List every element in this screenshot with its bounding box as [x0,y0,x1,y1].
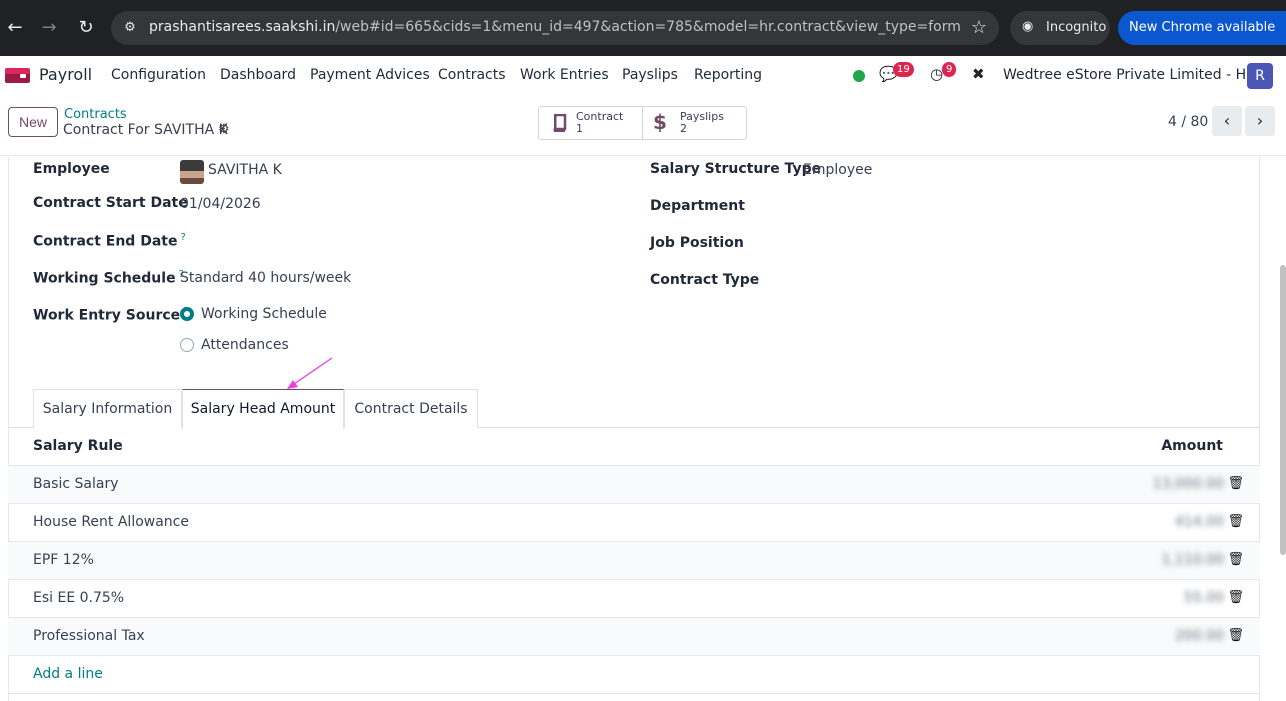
menu-payslips[interactable]: Payslips [622,67,678,83]
column-header-salary-rule[interactable]: Salary Rule [33,438,123,454]
new-button[interactable]: New [8,107,58,137]
presence-status-icon[interactable] [853,70,865,82]
dollar-icon: $ [653,110,667,134]
contract-smart-label: Contract [576,110,624,123]
reload-icon[interactable]: ↻ [74,16,98,40]
site-settings-icon[interactable]: ⚙ [121,19,139,37]
user-avatar[interactable]: R [1247,63,1273,89]
forward-arrow-icon[interactable]: → [37,16,61,40]
department-field[interactable] [803,198,1103,216]
contract-type-field[interactable] [803,272,1103,290]
incognito-icon: ◉ [1022,19,1034,34]
pager-value[interactable]: 4 / 80 [1168,114,1208,130]
activities-badge: 9 [942,62,957,77]
amount-cell[interactable]: 1,110.00 [1162,552,1224,568]
radio-working-schedule[interactable] [180,307,194,321]
payslips-smart-value: 2 [680,122,687,135]
contract-end-date-field[interactable] [180,232,380,250]
pager-next-icon[interactable]: › [1245,106,1275,136]
radio-working-schedule-label[interactable]: Working Schedule [201,306,327,322]
tab-salary-information[interactable]: Salary Information [33,389,182,428]
tab-contract-details[interactable]: Contract Details [344,389,478,428]
delete-trash-icon[interactable]: 🗑 [1227,476,1244,491]
salary-structure-type-field[interactable]: Employee [803,162,872,178]
browser-toolbar: ← → ↻ ⚙ prashantisarees.saakshi.in/web#i… [0,0,1286,56]
url-text[interactable]: prashantisarees.saakshi.in/web#id=665&ci… [149,19,961,35]
pager-previous-icon[interactable]: ‹ [1212,106,1242,136]
salary-structure-type-label: Salary Structure Type [650,161,822,177]
working-schedule-label: Working Schedule? [33,269,184,287]
delete-trash-icon[interactable]: 🗑 [1227,514,1244,529]
app-name[interactable]: Payroll [39,65,92,84]
menu-work-entries[interactable]: Work Entries [520,67,609,83]
amount-cell[interactable]: 414.00 [1175,514,1224,530]
salary-rule-cell[interactable]: Professional Tax [33,628,145,644]
contract-end-date-label: Contract End Date? [33,232,186,250]
contract-start-date-field[interactable]: 01/04/2026 [180,196,261,212]
back-arrow-icon[interactable]: ← [3,16,27,40]
app-navbar: Payroll Configuration Dashboard Payment … [0,56,1286,96]
menu-payment-advices[interactable]: Payment Advices [310,67,430,83]
menu-dashboard[interactable]: Dashboard [220,67,296,83]
amount-cell[interactable]: 13,000.00 [1153,476,1224,492]
incognito-indicator[interactable]: ◉ Incognito [1010,11,1110,45]
table-row[interactable]: Esi EE 0.75% 55.00 🗑 [8,580,1260,618]
incognito-label: Incognito [1046,20,1107,35]
add-line-row: Add a line [8,656,1260,694]
contract-type-label: Contract Type [650,272,760,288]
payroll-app-icon[interactable] [5,68,30,83]
menu-reporting[interactable]: Reporting [694,67,762,83]
breadcrumb-contracts[interactable]: Contracts [64,107,127,122]
radio-attendances-label[interactable]: Attendances [201,337,289,353]
salary-rule-cell[interactable]: House Rent Allowance [33,514,189,530]
chrome-update-label: New Chrome available [1129,20,1276,35]
radio-attendances[interactable] [180,338,194,352]
book-icon [553,114,567,132]
tab-salary-head-amount[interactable]: Salary Head Amount [182,389,344,429]
bookmark-star-icon[interactable]: ☆ [971,17,987,38]
messages-badge: 19 [893,62,914,77]
annotation-arrow-icon [287,357,333,389]
contract-smart-value: 1 [576,122,583,135]
menu-contracts[interactable]: Contracts [438,67,506,83]
job-position-label: Job Position [650,235,744,251]
add-a-line-link[interactable]: Add a line [33,666,103,682]
table-header-row: Salary Rule Amount [8,428,1260,466]
address-bar[interactable]: ⚙ prashantisarees.saakshi.in/web#id=665&… [111,11,999,45]
amount-cell[interactable]: 55.00 [1184,590,1224,606]
control-panel: New Contracts Contract For SAVITHA K ⚙ C… [0,96,1286,156]
smart-buttons: Contract 1 $ Payslips 2 [538,106,747,140]
delete-trash-icon[interactable]: 🗑 [1227,552,1244,567]
department-label: Department [650,198,745,214]
record-title: Contract For SAVITHA K [63,122,228,138]
menu-configuration[interactable]: Configuration [111,67,206,83]
company-switcher[interactable]: Wedtree eStore Private Limited - HO [1003,67,1257,83]
table-row[interactable]: House Rent Allowance 414.00 🗑 [8,504,1260,542]
job-position-field[interactable] [803,235,1103,253]
amount-cell[interactable]: 200.00 [1175,628,1224,644]
chrome-update-button[interactable]: New Chrome available [1118,11,1286,45]
table-row[interactable]: EPF 12% 1,110.00 🗑 [8,542,1260,580]
salary-rule-cell[interactable]: Basic Salary [33,476,119,492]
work-entry-source-label: Work Entry Source? [33,306,188,324]
salary-rule-cell[interactable]: Esi EE 0.75% [33,590,124,606]
working-schedule-field[interactable]: Standard 40 hours/week [180,270,351,286]
table-row[interactable]: Basic Salary 13,000.00 🗑 [8,466,1260,504]
contract-smart-button[interactable]: Contract 1 [539,107,643,139]
employee-value[interactable]: SAVITHA K [208,162,282,178]
delete-trash-icon[interactable]: 🗑 [1227,628,1244,643]
debug-tools-icon[interactable]: ✖ [972,65,985,83]
employee-label: Employee [33,161,110,177]
table-row[interactable]: Professional Tax 200.00 🗑 [8,618,1260,656]
salary-rule-cell[interactable]: EPF 12% [33,552,94,568]
payslips-smart-button[interactable]: $ Payslips 2 [643,107,746,139]
scrollbar[interactable] [1280,265,1286,555]
record-actions-gear-icon[interactable]: ⚙ [218,122,230,137]
column-header-amount[interactable]: Amount [1161,438,1223,454]
delete-trash-icon[interactable]: 🗑 [1227,590,1244,605]
contract-start-date-label: Contract Start Date [33,195,188,211]
employee-avatar [180,160,204,184]
